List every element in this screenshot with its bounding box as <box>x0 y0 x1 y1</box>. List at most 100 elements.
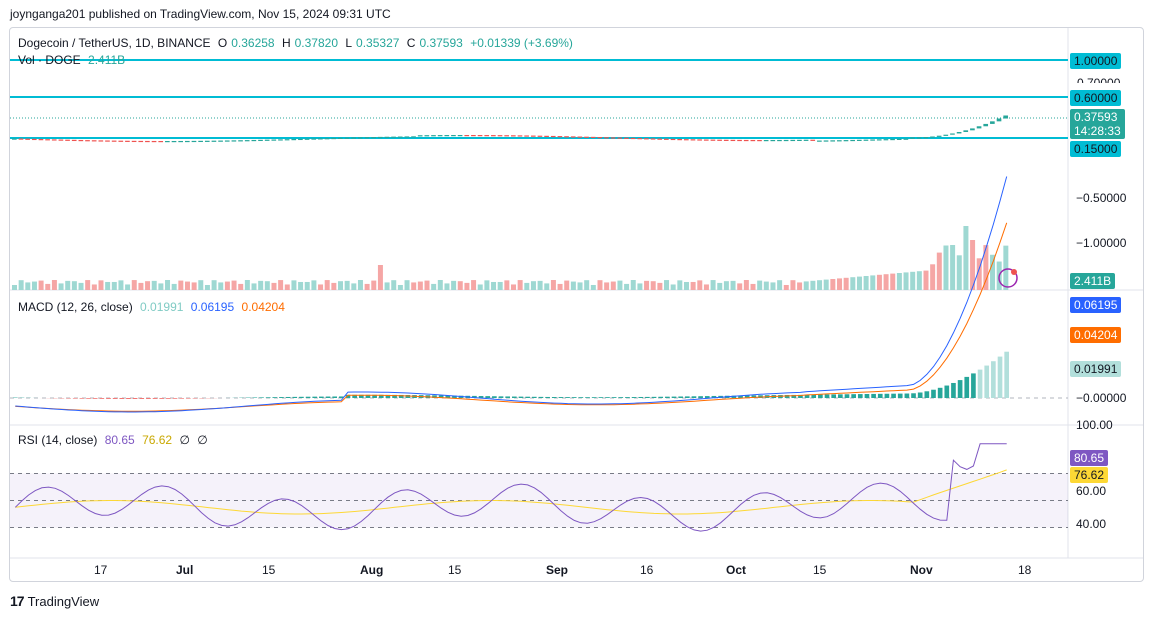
footer: 17 TradingView <box>10 593 99 609</box>
candle <box>517 135 523 137</box>
time-label-15c: 15 <box>813 563 827 577</box>
volume-bar <box>511 284 516 290</box>
candle <box>790 139 796 142</box>
candle <box>883 139 889 141</box>
volume-tag: 2.411B <box>1070 273 1116 289</box>
candle <box>996 118 1002 122</box>
volume-bar <box>51 280 57 290</box>
macd-hist-bar <box>917 392 923 398</box>
volume-bar <box>737 283 743 290</box>
candle <box>870 139 875 141</box>
high-label: H <box>281 36 291 50</box>
candle <box>963 130 969 132</box>
volume-bar <box>823 279 829 290</box>
candle <box>98 140 104 142</box>
hline-tag-3[interactable]: 0.15000 <box>1070 141 1122 157</box>
candle <box>58 139 64 141</box>
candle <box>890 138 895 141</box>
macd-hist-bar <box>818 394 823 398</box>
volume-bar <box>85 280 91 290</box>
volume-bar <box>324 280 330 290</box>
candle <box>763 139 769 142</box>
hline-tag-1[interactable]: 1.00000 <box>1070 53 1122 69</box>
volume-bar <box>231 280 237 290</box>
volume-bar <box>251 283 257 290</box>
candle <box>417 135 423 137</box>
footer-brand[interactable]: TradingView <box>28 594 100 609</box>
volume-bar <box>916 271 922 290</box>
rsi-ma-tag: 76.62 <box>1070 467 1109 483</box>
high-value: 0.37820 <box>294 36 339 50</box>
macd-hist-bar <box>139 398 145 399</box>
candle <box>630 137 636 140</box>
candle <box>404 136 410 138</box>
volume-bar <box>111 281 117 290</box>
candle <box>298 138 303 141</box>
candle <box>244 140 250 142</box>
candle <box>318 138 323 140</box>
candle <box>204 140 210 142</box>
volume-bar <box>198 280 204 290</box>
candle <box>278 139 283 141</box>
macd-hist-bar <box>704 396 710 398</box>
hist-tag: 0.01991 <box>1070 361 1122 377</box>
volume-bar <box>557 283 563 290</box>
macd-signal-value: 0.04204 <box>241 300 285 314</box>
macd-hist-bar <box>831 394 837 398</box>
volume-bar <box>364 283 370 290</box>
volume-bar <box>258 280 264 290</box>
volume-legend: Vol · DOGE 2.411B <box>18 53 129 67</box>
main-legend: Dogecoin / TetherUS, 1D, BINANCE O 0.3625… <box>18 36 577 50</box>
candle <box>597 137 603 139</box>
candle <box>650 138 656 140</box>
candle <box>71 139 77 142</box>
volume-bar <box>58 283 64 290</box>
candle <box>610 137 616 139</box>
candle <box>723 139 729 141</box>
macd-hist-bar <box>166 398 171 399</box>
volume-bar <box>763 281 769 290</box>
candle <box>850 139 855 142</box>
volume-bar <box>91 284 97 290</box>
macd-hist-bar <box>625 397 630 398</box>
candle <box>357 137 363 139</box>
low-label: L <box>345 36 353 50</box>
macd-hist-bar <box>551 397 557 398</box>
volume-bar <box>963 226 969 290</box>
time-label-sep: Sep <box>546 563 569 577</box>
candle <box>803 139 809 141</box>
macd-hist-bar <box>279 397 284 398</box>
candle <box>524 135 529 137</box>
symbol-label[interactable]: Dogecoin / TetherUS, 1D, BINANCE <box>18 36 211 50</box>
volume-bar <box>238 283 244 290</box>
candle <box>484 135 490 137</box>
candle <box>670 138 676 141</box>
volume-bar <box>12 285 17 290</box>
macd-hist-bar <box>319 396 324 398</box>
hline-tag-2[interactable]: 0.60000 <box>1070 90 1122 106</box>
countdown: 14:28:33 <box>1074 124 1121 138</box>
candle <box>664 138 669 140</box>
volume-bar <box>790 280 796 290</box>
volume-bar <box>697 280 703 290</box>
chart-frame[interactable]: Dogecoin / TetherUS, 1D, BINANCE O 0.3625… <box>9 27 1144 582</box>
volume-bar <box>145 281 151 290</box>
volume-bar <box>550 280 556 290</box>
volume-bar <box>338 281 344 290</box>
macd-line-value: 0.06195 <box>190 300 235 314</box>
candle <box>25 138 30 140</box>
volume-bar <box>777 280 783 290</box>
time-label-15b: 15 <box>448 563 462 577</box>
volume-label[interactable]: Vol · DOGE <box>18 53 81 67</box>
macd-label[interactable]: MACD (12, 26, close) <box>18 300 133 314</box>
candle <box>896 138 902 140</box>
macd-hist-bar <box>924 391 930 398</box>
candle <box>797 139 802 141</box>
rsi-label[interactable]: RSI (14, close) <box>18 433 97 447</box>
volume-bar <box>351 283 357 290</box>
volume-bar <box>530 281 536 290</box>
candle <box>504 135 510 137</box>
volume-bar <box>165 280 171 290</box>
volume-bar <box>810 280 816 290</box>
rsi-value: 80.65 <box>104 433 135 447</box>
